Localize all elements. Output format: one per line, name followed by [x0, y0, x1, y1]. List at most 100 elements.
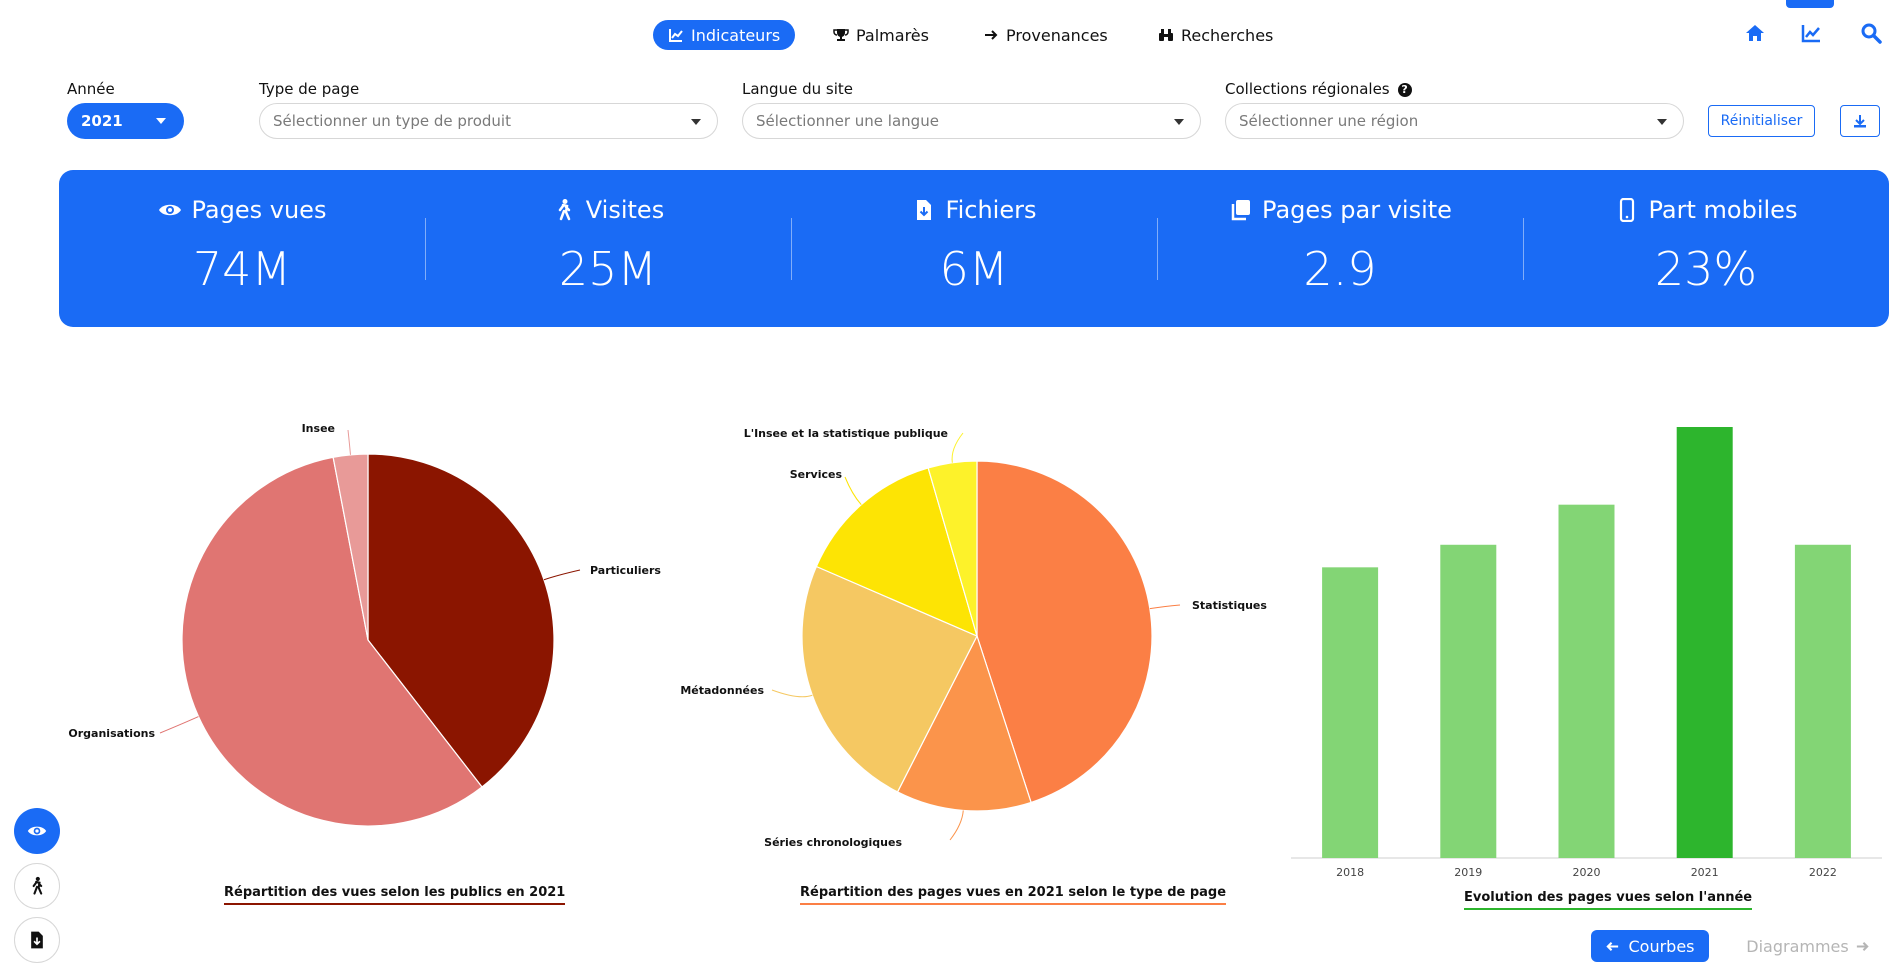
diagrammes-button[interactable]: Diagrammes	[1738, 930, 1878, 962]
active-indicator-tab	[1786, 0, 1834, 8]
file-download-icon	[916, 200, 931, 220]
x-tick-label: 2022	[1809, 866, 1837, 879]
kpi-title: Pages vues	[191, 196, 327, 224]
arrow-left-icon	[1606, 941, 1619, 951]
pie-slice-label: Insee	[302, 422, 335, 435]
kpi-pages-par-visite: Pages par visite 2.9	[1157, 170, 1523, 327]
bar[interactable]	[1676, 427, 1733, 858]
pie-leader-line	[543, 569, 581, 581]
tab-recherches[interactable]: Recherches	[1158, 20, 1273, 50]
arrow-right-icon	[985, 30, 998, 40]
tab-label: Recherches	[1181, 25, 1274, 45]
eye-icon	[27, 826, 47, 836]
download-button[interactable]	[1840, 105, 1880, 137]
kpi-part-mobiles: Part mobiles 23%	[1523, 170, 1889, 327]
kpi-pages-vues: Pages vues 74M	[59, 170, 425, 327]
bar-chart-evolution: 2018 2019 2020 2021 2022	[1291, 427, 1882, 879]
language-label: Langue du site	[742, 80, 853, 98]
kpi-value: 2.9	[1303, 242, 1377, 296]
chart-line-icon	[669, 29, 683, 42]
mobile-icon	[1619, 198, 1634, 222]
reset-button[interactable]: Réinitialiser	[1708, 105, 1815, 137]
chart-line-icon[interactable]	[1800, 22, 1822, 44]
page-type-label: Type de page	[259, 80, 360, 98]
pie-leader-line	[949, 810, 964, 841]
x-tick-label: 2020	[1573, 866, 1601, 879]
kpi-fichiers: Fichiers 6M	[791, 170, 1157, 327]
tab-label: Indicateurs	[691, 25, 781, 45]
pie-chart-publics: Particuliers Organisations Insee	[68, 422, 661, 827]
pie-leader-line	[347, 429, 351, 455]
kpi-value: 23%	[1654, 242, 1758, 296]
kpi-title: Pages par visite	[1262, 196, 1452, 224]
bar[interactable]	[1322, 567, 1379, 858]
x-tick-label: 2021	[1691, 866, 1719, 879]
pie-page-types-caption: Répartition des pages vues en 2021 selon…	[800, 885, 1227, 905]
tab-provenances[interactable]: Provenances	[983, 20, 1108, 50]
tab-palmares[interactable]: Palmarès	[833, 20, 929, 50]
pie-slice-label: Organisations	[68, 727, 155, 740]
bar[interactable]	[1794, 544, 1851, 858]
pie-publics-caption: Répartition des vues selon les publics e…	[224, 885, 566, 905]
pie-leader-line	[844, 476, 862, 506]
copy-icon	[1231, 200, 1251, 221]
pie-slice-label: Séries chronologiques	[764, 836, 902, 849]
kpi-value: 74M	[192, 242, 292, 296]
pie-chart-page-types: Statistiques Séries chronologiques Métadon…	[680, 427, 1267, 849]
page-type-select[interactable]: Sélectionner un type de produit	[259, 103, 718, 139]
caret-down-icon	[691, 119, 701, 125]
walking-icon	[558, 199, 571, 221]
kpi-title: Part mobiles	[1648, 196, 1798, 224]
search-icon[interactable]	[1860, 22, 1882, 44]
diagrammes-label: Diagrammes	[1746, 936, 1849, 956]
year-select[interactable]: 2021	[67, 103, 184, 139]
pie-leader-line	[159, 716, 199, 734]
year-label: Année	[67, 80, 115, 98]
help-icon[interactable]: ?	[1397, 83, 1412, 97]
binoculars-icon	[1159, 29, 1173, 41]
home-icon[interactable]	[1744, 22, 1766, 44]
download-icon	[1854, 115, 1866, 128]
kpi-value: 25M	[558, 242, 658, 296]
page-type-placeholder: Sélectionner un type de produit	[273, 112, 511, 130]
kpi-value: 6M	[939, 242, 1009, 296]
language-placeholder: Sélectionner une langue	[756, 112, 939, 130]
pie-slice-label: Métadonnées	[680, 684, 764, 697]
trophy-icon	[833, 29, 849, 41]
pie-slice-label: Particuliers	[590, 564, 661, 577]
side-button-visites[interactable]	[14, 863, 60, 909]
side-button-pages-vues[interactable]	[14, 808, 60, 854]
pie-slice-label: Statistiques	[1192, 599, 1267, 612]
pie-slice-label: Services	[790, 468, 843, 481]
pie-leader-line	[1149, 604, 1181, 610]
courbes-label: Courbes	[1628, 936, 1695, 956]
bar-evolution-caption: Evolution des pages vues selon l'année	[1464, 890, 1753, 910]
kpi-title: Visites	[585, 196, 665, 224]
language-select[interactable]: Sélectionner une langue	[742, 103, 1201, 139]
pie-leader-line	[771, 689, 813, 698]
eye-icon	[158, 204, 181, 216]
tab-indicateurs[interactable]: Indicateurs	[653, 20, 796, 50]
pie-slice-label: L'Insee et la statistique publique	[744, 427, 948, 440]
caret-down-icon	[1657, 119, 1667, 125]
region-select[interactable]: Sélectionner une région	[1225, 103, 1684, 139]
region-label: Collections régionales	[1225, 80, 1390, 98]
bar[interactable]	[1440, 544, 1497, 858]
tab-label: Palmarès	[856, 25, 929, 45]
region-placeholder: Sélectionner une région	[1239, 112, 1419, 130]
bar[interactable]	[1558, 504, 1615, 858]
pie-leader-line	[951, 432, 964, 463]
region-label-row: Collections régionales?	[1225, 80, 1412, 98]
reset-label: Réinitialiser	[1720, 113, 1803, 129]
year-value: 2021	[81, 112, 123, 130]
x-tick-label: 2019	[1454, 866, 1482, 879]
walking-icon	[32, 876, 43, 895]
tab-label: Provenances	[1006, 25, 1108, 45]
kpi-title: Fichiers	[945, 196, 1037, 224]
x-tick-label: 2018	[1336, 866, 1364, 879]
kpi-band: Pages vues 74M Visites 25M Fichiers 6M P…	[59, 170, 1889, 327]
caret-down-icon	[156, 118, 166, 124]
side-button-fichiers[interactable]	[14, 917, 60, 963]
file-download-icon	[31, 931, 43, 949]
courbes-button[interactable]: Courbes	[1591, 930, 1709, 962]
